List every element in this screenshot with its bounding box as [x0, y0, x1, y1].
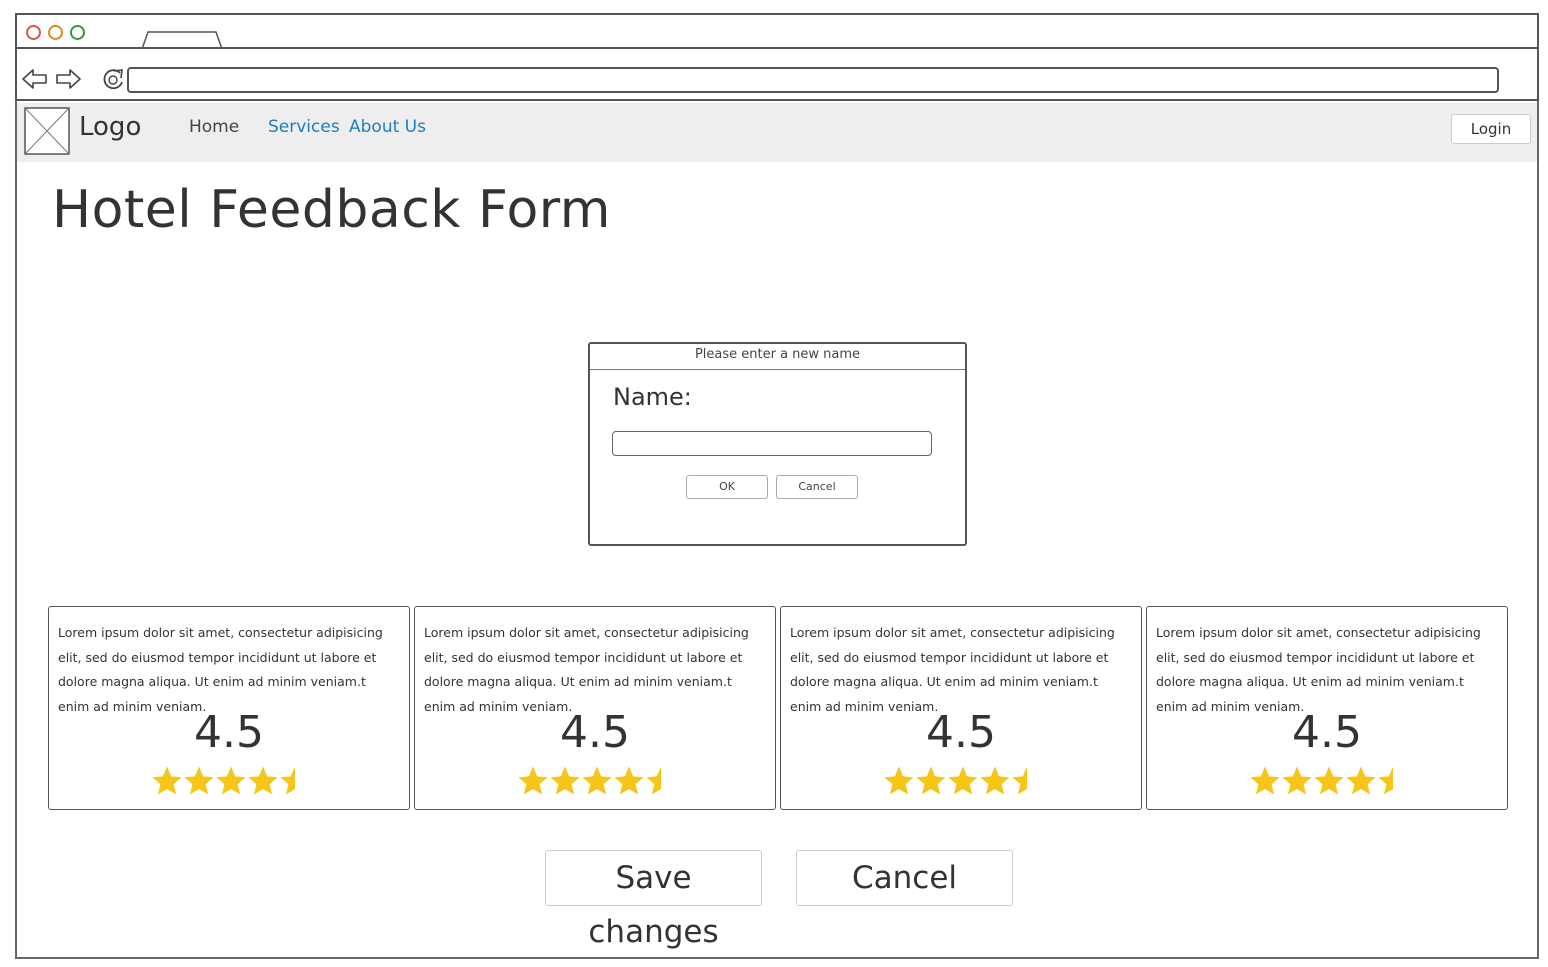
- review-text: Lorem ipsum dolor sit amet, consectetur …: [1156, 625, 1481, 714]
- dialog-cancel-button[interactable]: Cancel: [776, 475, 858, 499]
- star-icon: [582, 766, 612, 795]
- name-label: Name:: [613, 383, 692, 411]
- review-text: Lorem ipsum dolor sit amet, consectetur …: [424, 625, 749, 714]
- star-icon: [184, 766, 214, 795]
- rating-value: 4.5: [194, 707, 264, 758]
- star-icon: [216, 766, 246, 795]
- star-icon: [614, 766, 644, 795]
- review-card: Lorem ipsum dolor sit amet, consectetur …: [48, 606, 410, 810]
- review-card: Lorem ipsum dolor sit amet, consectetur …: [780, 606, 1142, 810]
- nav-link-home[interactable]: Home: [189, 117, 239, 137]
- reload-icon[interactable]: [100, 66, 128, 92]
- star-rating: [152, 766, 295, 795]
- star-icon: [1314, 766, 1344, 795]
- star-icon: [1378, 766, 1393, 795]
- star-icon: [280, 766, 295, 795]
- star-icon: [248, 766, 278, 795]
- star-icon: [152, 766, 182, 795]
- star-icon: [646, 766, 661, 795]
- nav-link-about-us[interactable]: About Us: [349, 117, 426, 137]
- forward-arrow-icon[interactable]: [54, 66, 82, 92]
- close-window-dot[interactable]: [26, 25, 41, 40]
- name-input[interactable]: [612, 431, 932, 456]
- page-title: Hotel Feedback Form: [52, 180, 611, 240]
- logo-text[interactable]: Logo: [79, 112, 141, 142]
- site-header: [17, 103, 1537, 162]
- star-icon: [1282, 766, 1312, 795]
- star-icon: [1012, 766, 1027, 795]
- review-card: Lorem ipsum dolor sit amet, consectetur …: [414, 606, 776, 810]
- url-bar[interactable]: [127, 67, 1499, 93]
- star-icon: [1346, 766, 1376, 795]
- review-text: Lorem ipsum dolor sit amet, consectetur …: [58, 625, 383, 714]
- back-arrow-icon[interactable]: [21, 66, 49, 92]
- rating-value: 4.5: [926, 707, 996, 758]
- rating-value: 4.5: [1292, 707, 1362, 758]
- star-icon: [1250, 766, 1280, 795]
- review-card: Lorem ipsum dolor sit amet, consectetur …: [1146, 606, 1508, 810]
- star-icon: [948, 766, 978, 795]
- minimize-window-dot[interactable]: [48, 25, 63, 40]
- review-text: Lorem ipsum dolor sit amet, consectetur …: [790, 625, 1115, 714]
- star-rating: [1250, 766, 1393, 795]
- nav-link-services[interactable]: Services: [268, 117, 340, 137]
- star-icon: [916, 766, 946, 795]
- star-icon: [884, 766, 914, 795]
- browser-titlebar: [15, 13, 1539, 49]
- image-placeholder-icon: [24, 107, 70, 155]
- star-icon: [550, 766, 580, 795]
- star-rating: [884, 766, 1027, 795]
- dialog-ok-button[interactable]: OK: [686, 475, 768, 499]
- rating-value: 4.5: [560, 707, 630, 758]
- login-button[interactable]: Login: [1451, 114, 1531, 144]
- star-rating: [518, 766, 661, 795]
- star-icon: [980, 766, 1010, 795]
- save-changes-button[interactable]: Save changes: [545, 850, 762, 950]
- browser-tab[interactable]: [140, 30, 224, 50]
- dialog-title: Please enter a new name: [590, 344, 965, 370]
- maximize-window-dot[interactable]: [70, 25, 85, 40]
- cancel-button[interactable]: Cancel: [796, 850, 1013, 906]
- star-icon: [518, 766, 548, 795]
